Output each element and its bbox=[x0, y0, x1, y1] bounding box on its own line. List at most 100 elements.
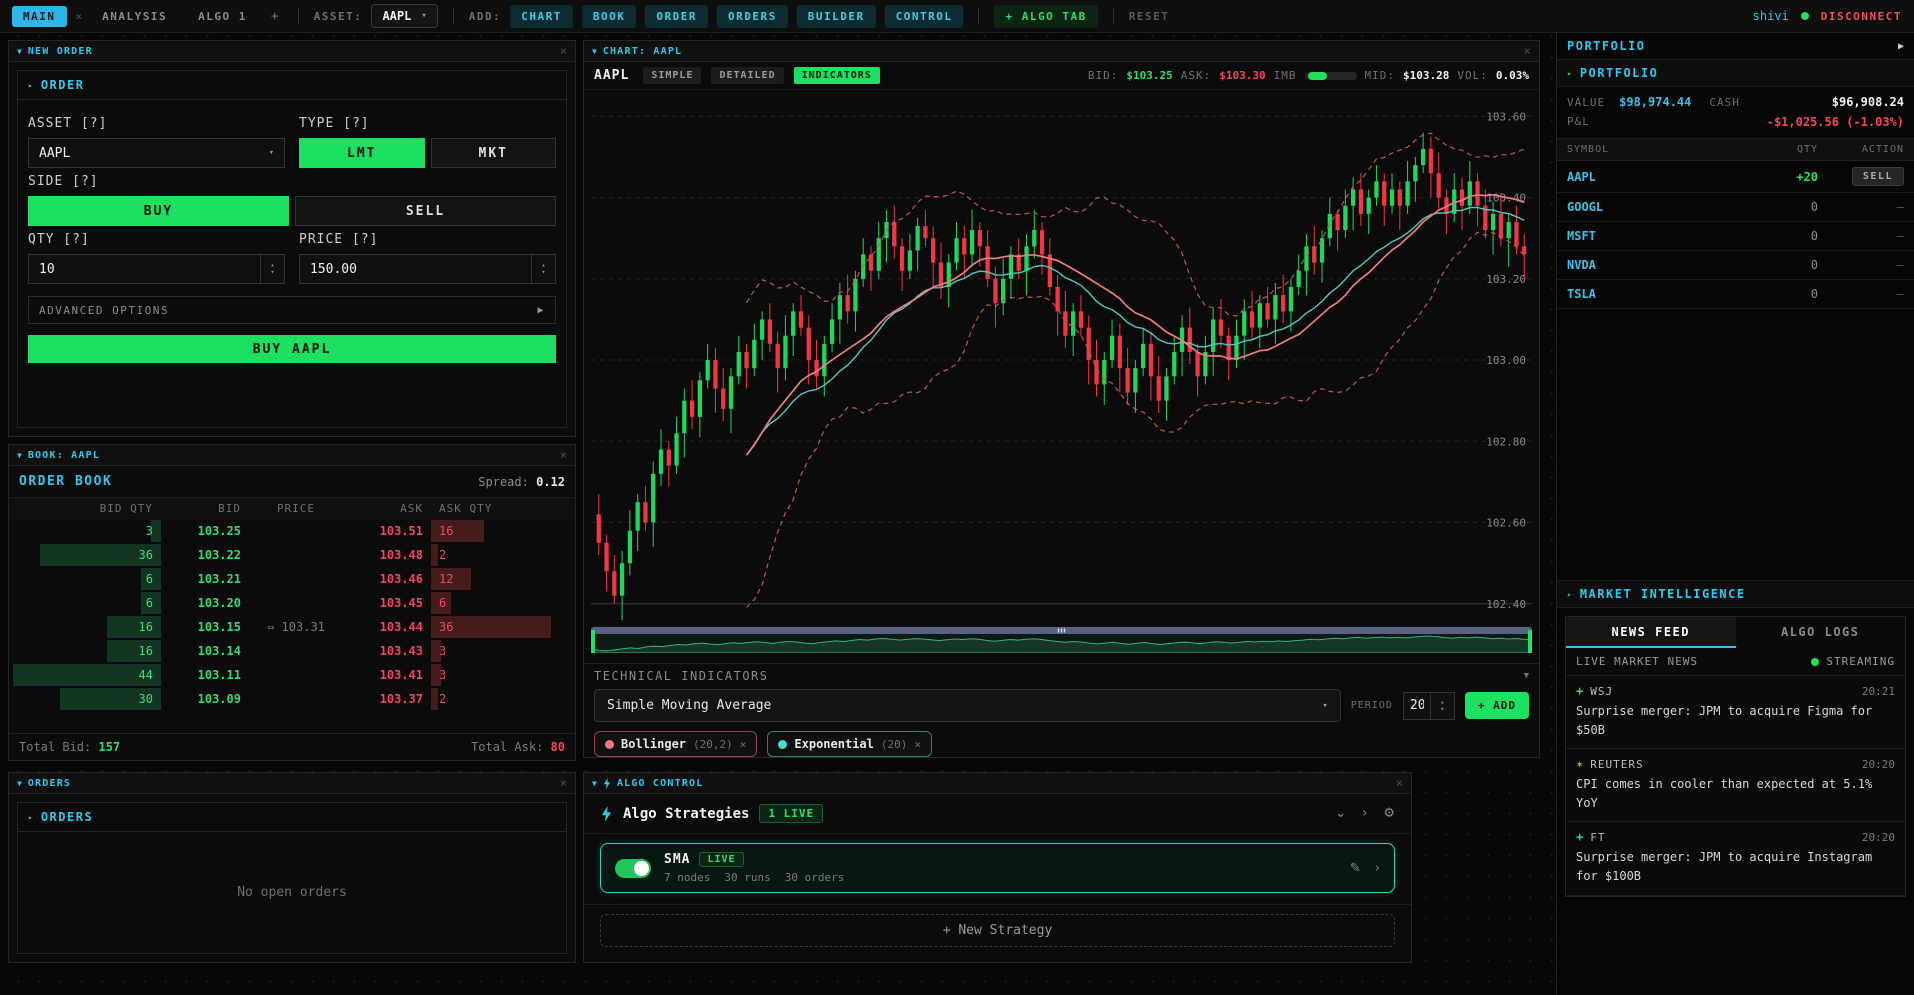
add-algo-tab-button[interactable]: + ALGO TAB bbox=[994, 5, 1097, 28]
asset-select[interactable]: AAPL ▾ bbox=[371, 4, 437, 28]
tab-close-icon[interactable]: × bbox=[76, 10, 83, 23]
book-row[interactable]: 44103.11103.413 bbox=[9, 663, 575, 687]
add-indicator-button[interactable]: + ADD bbox=[1465, 692, 1529, 719]
tab-news-feed[interactable]: NEWS FEED bbox=[1566, 617, 1736, 648]
navigator-handle-right[interactable] bbox=[1528, 630, 1532, 653]
orders-titlebar[interactable]: ▼ ORDERS × bbox=[9, 773, 575, 794]
collapse-icon[interactable]: ▼ bbox=[17, 451, 22, 460]
book-row[interactable]: 16103.15⇔ 103.31103.4436 bbox=[9, 615, 575, 639]
disconnect-button[interactable]: DISCONNECT bbox=[1821, 10, 1902, 23]
strategy-toggle[interactable] bbox=[615, 859, 651, 878]
bid-price-cell[interactable]: 103.21 bbox=[161, 567, 249, 591]
bid-price-cell[interactable]: 103.22 bbox=[161, 543, 249, 567]
add-tab-icon[interactable]: + bbox=[267, 9, 283, 24]
navigator-handle-left[interactable] bbox=[591, 630, 595, 653]
indicator-select[interactable]: Simple Moving Average ▾ bbox=[594, 689, 1341, 722]
remove-indicator-icon[interactable]: × bbox=[740, 738, 747, 751]
new-order-titlebar[interactable]: ▼ NEW ORDER × bbox=[9, 41, 575, 62]
limit-order-button[interactable]: LMT bbox=[299, 138, 425, 168]
ask-price-cell[interactable]: 103.37 bbox=[343, 687, 431, 711]
qty-stepper[interactable]: ▴▾ bbox=[260, 255, 284, 283]
close-icon[interactable]: × bbox=[560, 44, 567, 58]
close-icon[interactable]: × bbox=[560, 776, 567, 790]
gear-icon[interactable]: ⚙ bbox=[1383, 806, 1395, 821]
ask-price-cell[interactable]: 103.43 bbox=[343, 639, 431, 663]
mode-indicators-button[interactable]: INDICATORS bbox=[794, 67, 880, 84]
add-builder-button[interactable]: BUILDER bbox=[797, 5, 876, 28]
remove-indicator-icon[interactable]: × bbox=[914, 738, 921, 751]
ask-price-cell[interactable]: 103.44 bbox=[343, 615, 431, 639]
expand-arrow-icon[interactable]: ▶ bbox=[1898, 41, 1904, 52]
ask-price-cell[interactable]: 103.51 bbox=[343, 519, 431, 543]
period-input[interactable] bbox=[1404, 693, 1430, 719]
sell-button[interactable]: SELL bbox=[1852, 167, 1904, 186]
add-orders-button[interactable]: ORDERS bbox=[717, 5, 788, 28]
algo-titlebar[interactable]: ▼ ALGO CONTROL × bbox=[584, 773, 1411, 794]
book-row[interactable]: 36103.22103.482 bbox=[9, 543, 575, 567]
add-book-button[interactable]: BOOK bbox=[582, 5, 637, 28]
asset-field-label: ASSET [?] bbox=[28, 116, 285, 131]
sell-side-button[interactable]: SELL bbox=[295, 196, 556, 226]
collapse-icon[interactable]: ▼ bbox=[592, 47, 597, 56]
book-row[interactable]: 30103.09103.372 bbox=[9, 687, 575, 711]
strategy-card-sma[interactable]: SMA LIVE 7 nodes 30 runs 30 orders ✎ › bbox=[600, 843, 1395, 893]
bid-price-cell[interactable]: 103.09 bbox=[161, 687, 249, 711]
tab-main[interactable]: MAIN bbox=[12, 6, 67, 27]
news-item[interactable]: ✶REUTERS20:20CPI comes in cooler than ex… bbox=[1566, 749, 1905, 822]
close-icon[interactable]: × bbox=[560, 448, 567, 462]
collapse-icon[interactable]: ▼ bbox=[17, 47, 22, 56]
chevron-right-icon[interactable]: › bbox=[1362, 806, 1367, 821]
collapse-icon[interactable]: ▼ bbox=[592, 779, 597, 788]
close-icon[interactable]: × bbox=[1524, 44, 1531, 58]
price-chart[interactable]: 103.60103.40103.20103.00102.80102.60102.… bbox=[591, 92, 1532, 620]
holding-symbol: MSFT bbox=[1567, 229, 1748, 243]
ask-price-cell[interactable]: 103.46 bbox=[343, 567, 431, 591]
price-stepper[interactable]: ▴▾ bbox=[531, 255, 555, 283]
sentiment-icon: + bbox=[1576, 684, 1583, 698]
book-row[interactable]: 16103.14103.433 bbox=[9, 639, 575, 663]
bid-price-cell[interactable]: 103.15 bbox=[161, 615, 249, 639]
mode-simple-button[interactable]: SIMPLE bbox=[643, 67, 701, 84]
bid-price-cell[interactable]: 103.11 bbox=[161, 663, 249, 687]
chevron-down-icon[interactable]: ⌄ bbox=[1335, 806, 1346, 821]
period-stepper[interactable]: ▴▾ bbox=[1430, 693, 1454, 719]
market-order-button[interactable]: MKT bbox=[431, 138, 557, 168]
bid-price-cell[interactable]: 103.25 bbox=[161, 519, 249, 543]
book-titlebar[interactable]: ▼ BOOK: AAPL × bbox=[9, 445, 575, 466]
tab-algo-1[interactable]: ALGO 1 bbox=[187, 6, 258, 27]
add-order-button[interactable]: ORDER bbox=[645, 5, 708, 28]
bid-price-cell[interactable]: 103.20 bbox=[161, 591, 249, 615]
news-item[interactable]: +FT20:20Surprise merger: JPM to acquire … bbox=[1566, 822, 1905, 895]
ask-price-cell[interactable]: 103.48 bbox=[343, 543, 431, 567]
ask-price-cell[interactable]: 103.41 bbox=[343, 663, 431, 687]
qty-input[interactable] bbox=[29, 255, 260, 283]
add-chart-button[interactable]: CHART bbox=[510, 5, 573, 28]
price-input[interactable] bbox=[300, 255, 531, 283]
chart-titlebar[interactable]: ▼ CHART: AAPL × bbox=[584, 41, 1539, 62]
add-control-button[interactable]: CONTROL bbox=[885, 5, 964, 28]
order-section: ▸ ORDER ASSET [?] TYPE [?] AAPL ▾ LMT MK… bbox=[17, 70, 567, 428]
submit-buy-button[interactable]: BUY AAPL bbox=[28, 335, 556, 363]
bid-price-cell[interactable]: 103.14 bbox=[161, 639, 249, 663]
close-icon[interactable]: × bbox=[1396, 776, 1403, 790]
reset-button[interactable]: RESET bbox=[1129, 10, 1170, 23]
edit-pencil-icon[interactable]: ✎ bbox=[1350, 861, 1361, 876]
advanced-options-toggle[interactable]: ADVANCED OPTIONS ▶ bbox=[28, 296, 556, 324]
buy-side-button[interactable]: BUY bbox=[28, 196, 289, 226]
indicator-chip-exponential[interactable]: Exponential(20)× bbox=[767, 731, 932, 757]
book-row[interactable]: 3103.25103.5116 bbox=[9, 519, 575, 543]
ask-price-cell[interactable]: 103.45 bbox=[343, 591, 431, 615]
collapse-icon[interactable]: ▼ bbox=[17, 779, 22, 788]
mode-detailed-button[interactable]: DETAILED bbox=[711, 67, 783, 84]
chevron-right-icon[interactable]: › bbox=[1375, 861, 1380, 876]
news-item[interactable]: +WSJ20:21Surprise merger: JPM to acquire… bbox=[1566, 676, 1905, 749]
tab-analysis[interactable]: ANALYSIS bbox=[91, 6, 178, 27]
book-row[interactable]: 6103.21103.4612 bbox=[9, 567, 575, 591]
indicator-chip-bollinger[interactable]: Bollinger(20,2)× bbox=[594, 731, 757, 757]
new-strategy-button[interactable]: + New Strategy bbox=[600, 914, 1395, 947]
chart-navigator[interactable] bbox=[591, 626, 1532, 653]
tab-algo-logs[interactable]: ALGO LOGS bbox=[1736, 617, 1906, 648]
book-row[interactable]: 6103.20103.456 bbox=[9, 591, 575, 615]
collapse-indicators-icon[interactable]: ▼ bbox=[1524, 671, 1529, 681]
order-asset-select[interactable]: AAPL ▾ bbox=[28, 138, 285, 168]
